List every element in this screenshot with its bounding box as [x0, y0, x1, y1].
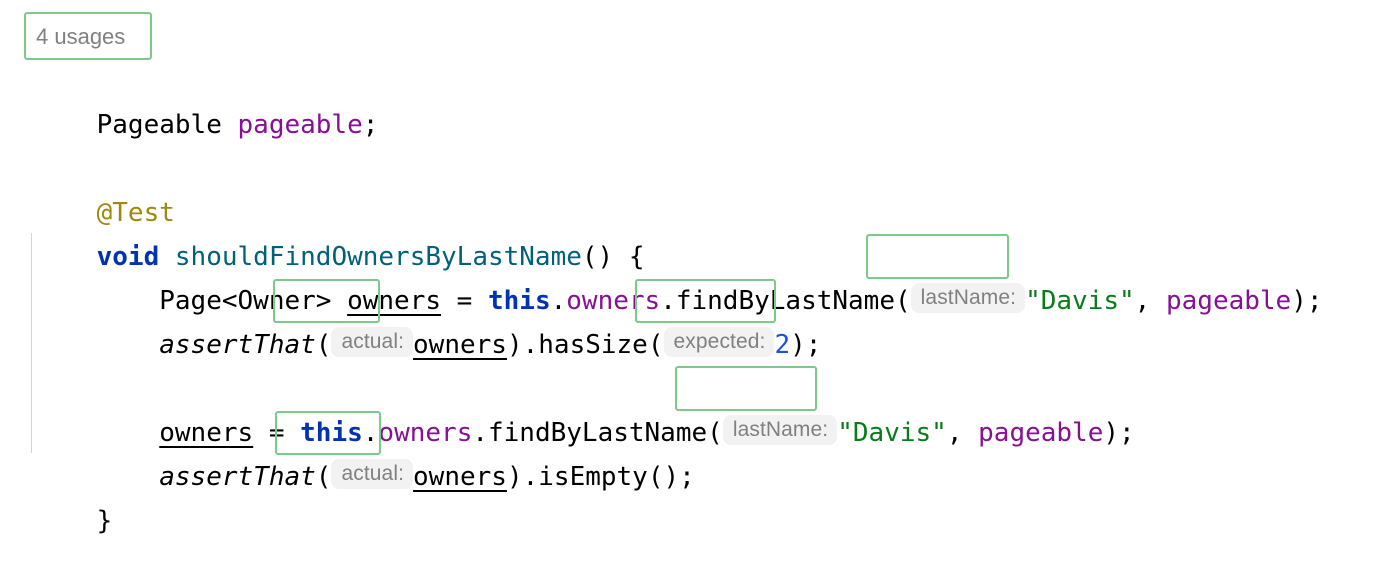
token-closing-brace: }	[96, 506, 113, 536]
token-type: Pageable	[96, 110, 222, 140]
token-static-assertthat-2: assertThat	[159, 462, 316, 492]
inlay-hint-lastname-1[interactable]: lastName:	[910, 283, 1026, 313]
code-line-assert-isempty[interactable]: assertThat(actual: owners).isEmpty();	[34, 411, 695, 492]
code-line-method-signature[interactable]: void shouldFindOwnersByLastName() {	[34, 191, 645, 272]
code-line-find-by-lastname-1[interactable]: Page<Owner> owners = this.owners.findByL…	[34, 235, 1323, 316]
inlay-hint-expected[interactable]: expected:	[663, 327, 775, 357]
token-call-hassize: ).hasSize(	[506, 330, 664, 360]
inlay-hint-actual-2[interactable]: actual:	[331, 459, 414, 489]
code-line-closing-brace[interactable]: }	[34, 455, 113, 536]
token-arg-pageable-2: pageable	[978, 418, 1104, 448]
token-arg-pageable-1: pageable	[1165, 286, 1292, 316]
code-line-test-annotation[interactable]: @Test	[34, 147, 175, 228]
code-line-assert-hassize[interactable]: assertThat(actual: owners).hasSize(expect…	[34, 279, 821, 360]
code-line-field-declaration[interactable]: Pageable pageable;	[34, 59, 379, 140]
token-field-name: pageable	[237, 110, 363, 140]
token-local-var-owners: owners	[413, 462, 507, 492]
code-editor[interactable]: 4 usages Pageable pageable; @Test void s…	[0, 0, 1376, 536]
indent-guide	[31, 233, 32, 453]
token-number-2: 2	[774, 330, 791, 360]
usages-inlay-hint[interactable]: 4 usages	[36, 20, 125, 54]
token-call-isempty: ).isEmpty();	[506, 462, 695, 492]
token-semicolon: ;	[362, 110, 379, 140]
token-static-assertthat-1: assertThat	[159, 330, 316, 360]
code-line-find-by-lastname-2[interactable]: owners = this.owners.findByLastName(last…	[34, 367, 1135, 448]
token-string-davis-2: "Davis"	[837, 418, 947, 448]
inlay-hint-actual-1[interactable]: actual:	[331, 327, 414, 357]
token-string-davis-1: "Davis"	[1025, 286, 1135, 316]
token-local-var-owners: owners	[413, 330, 507, 360]
inlay-hint-lastname-2[interactable]: lastName:	[722, 415, 838, 445]
